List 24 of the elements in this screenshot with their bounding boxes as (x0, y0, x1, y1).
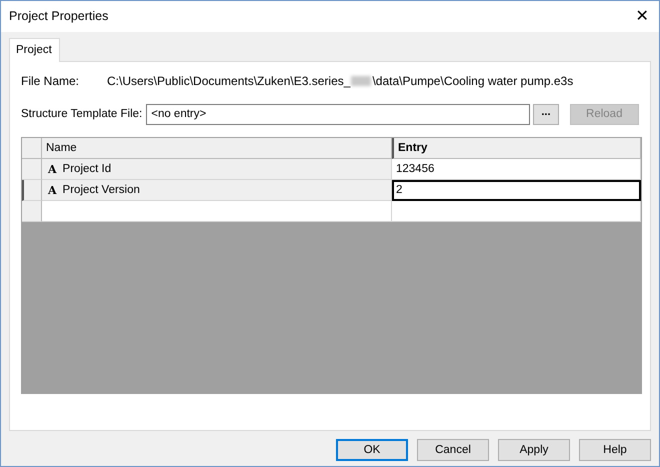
attribute-icon: A (48, 164, 57, 175)
window-title: Project Properties (9, 8, 108, 26)
file-path: \data\Pumpe\Cooling water pump.e3s (372, 73, 574, 90)
template-field[interactable]: <no entry> (146, 104, 530, 126)
attribute-icon: A (48, 184, 57, 196)
entry-field[interactable]: 2 (392, 180, 641, 202)
dialog-button[interactable]: OK (336, 439, 408, 462)
table-cell-text: Project Version (62, 182, 140, 198)
tab[interactable]: Project (9, 38, 60, 62)
column-header: Name (42, 138, 392, 160)
corner-header (22, 138, 42, 160)
table-cell-text: Project Id (62, 162, 112, 177)
column-header: Entry (392, 138, 641, 160)
file-path: C:\Users\Public\Documents\Zuken\E3.series_ (107, 73, 350, 90)
file-name-label: File Name: (21, 73, 80, 90)
dialog-button[interactable]: Apply (498, 439, 570, 462)
dialog-button[interactable]: Cancel (417, 439, 489, 462)
blurred-text (351, 76, 372, 86)
table-cell: 123456 (392, 159, 641, 180)
close-button[interactable]: ✕ (625, 1, 659, 32)
browse-button[interactable]: ... (533, 104, 558, 126)
dialog-button[interactable]: Help (579, 439, 651, 462)
structure-template-label: Structure Template File: (21, 107, 142, 122)
row-header[interactable] (22, 180, 42, 202)
